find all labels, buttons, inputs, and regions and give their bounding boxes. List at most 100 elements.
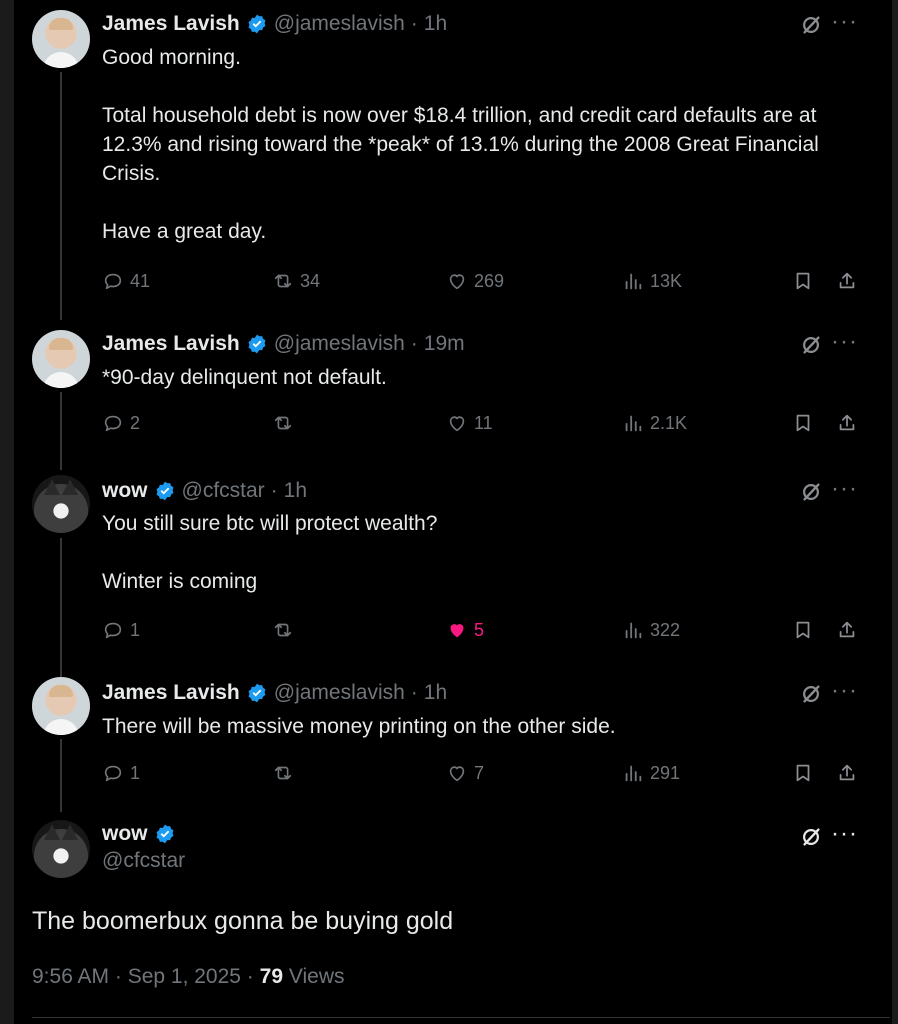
more-options-icon[interactable]: ··· xyxy=(831,328,858,356)
grok-icon[interactable] xyxy=(800,481,822,503)
repost-button[interactable] xyxy=(272,760,294,786)
author-handle[interactable]: @jameslavish xyxy=(274,681,405,705)
avatar[interactable] xyxy=(32,677,90,735)
reply-button[interactable]: 41 xyxy=(102,268,150,294)
repost-button[interactable]: 34 xyxy=(272,268,320,294)
share-button[interactable] xyxy=(836,268,858,294)
like-button[interactable]: 11 xyxy=(446,410,493,436)
reply-button[interactable]: 2 xyxy=(102,410,140,436)
reply-button[interactable]: 1 xyxy=(102,617,140,643)
right-frame xyxy=(892,0,898,1024)
share-button[interactable] xyxy=(836,410,858,436)
share-icon xyxy=(839,414,855,431)
grok-icon[interactable] xyxy=(800,334,822,356)
share-icon xyxy=(839,272,855,289)
grok-icon[interactable] xyxy=(800,826,822,848)
like-button[interactable]: 7 xyxy=(446,760,484,786)
views-button[interactable]: 322 xyxy=(622,617,680,643)
avatar[interactable] xyxy=(32,475,90,533)
like-count: 11 xyxy=(474,412,493,433)
avatar[interactable] xyxy=(32,330,90,388)
timestamp[interactable]: 19m xyxy=(424,332,465,356)
repost-icon xyxy=(274,623,292,637)
tweet-header: James Lavish @jameslavish · 1h xyxy=(102,681,447,705)
bookmark-button[interactable] xyxy=(792,410,814,436)
repost-button[interactable] xyxy=(272,410,294,436)
author-handle[interactable]: @jameslavish xyxy=(274,12,405,36)
timestamp[interactable]: 1h xyxy=(424,12,447,36)
thread-connector xyxy=(60,538,62,677)
view-count: 291 xyxy=(650,762,681,783)
tweet-text: You still sure btc will protect wealth? … xyxy=(102,512,438,593)
views-chart-icon xyxy=(625,273,642,290)
like-button[interactable]: 269 xyxy=(446,268,504,294)
bookmark-button[interactable] xyxy=(792,268,814,294)
timestamp[interactable]: 1h xyxy=(284,479,307,503)
more-options-icon[interactable]: ··· xyxy=(831,8,858,36)
tweet-text: There will be massive money printing on … xyxy=(102,715,616,738)
repost-icon xyxy=(274,766,292,780)
tweet-header: wow @cfcstar xyxy=(102,822,185,873)
verified-badge-icon xyxy=(156,481,173,501)
view-count: 322 xyxy=(650,619,681,640)
thread: James Lavish @jameslavish · 1h ··· Good … xyxy=(18,0,892,1024)
more-options-icon[interactable]: ··· xyxy=(831,677,858,705)
share-button[interactable] xyxy=(836,617,858,643)
reply-button[interactable]: 1 xyxy=(102,760,140,786)
reply-count: 1 xyxy=(130,762,141,783)
bookmark-button[interactable] xyxy=(792,760,814,786)
grok-icon[interactable] xyxy=(800,683,822,705)
tweet-text: Good morning. Total household debt is no… xyxy=(102,46,819,243)
more-options-icon[interactable]: ··· xyxy=(831,475,858,503)
author-handle[interactable]: @jameslavish xyxy=(274,332,405,356)
bookmark-icon xyxy=(796,272,810,290)
tweet[interactable]: James Lavish @jameslavish · 1h ··· Good … xyxy=(18,0,892,320)
tweet-actions: 1 7 291 xyxy=(102,760,872,786)
timestamp[interactable]: 1h xyxy=(424,681,447,705)
verified-badge-icon xyxy=(248,683,266,703)
author-name[interactable]: James Lavish xyxy=(102,681,240,705)
views-chart-icon xyxy=(625,765,642,782)
timestamp[interactable]: 9:56 AM · Sep 1, 2025 · xyxy=(32,965,254,988)
thread-connector xyxy=(60,72,62,320)
like-button[interactable]: 5 xyxy=(446,617,484,643)
repost-icon xyxy=(274,274,292,288)
more-options-icon[interactable]: ··· xyxy=(831,820,858,848)
reply-count: 2 xyxy=(130,412,141,433)
tweet-text: *90-day delinquent not default. xyxy=(102,366,387,389)
repost-count: 34 xyxy=(300,270,321,291)
repost-button[interactable] xyxy=(272,617,294,643)
share-icon xyxy=(839,764,855,781)
left-frame xyxy=(0,0,14,1024)
author-name[interactable]: James Lavish xyxy=(102,12,240,36)
reply-icon xyxy=(104,765,122,782)
heart-filled-icon xyxy=(450,624,464,638)
author-name[interactable]: wow xyxy=(102,822,148,846)
author-name[interactable]: wow xyxy=(102,479,148,503)
share-icon xyxy=(839,621,855,638)
focused-tweet[interactable]: wow @cfcstar ··· The boomerbux gonna be … xyxy=(18,812,892,1024)
tweet[interactable]: James Lavish @jameslavish · 1h ··· There… xyxy=(18,677,892,812)
avatar[interactable] xyxy=(32,10,90,68)
thread-connector xyxy=(60,392,62,470)
heart-icon xyxy=(449,416,465,432)
author-handle[interactable]: @cfcstar xyxy=(102,849,185,873)
grok-icon[interactable] xyxy=(800,14,822,36)
verified-badge-icon xyxy=(248,14,266,34)
views-button[interactable]: 2.1K xyxy=(622,410,687,436)
tweet-header: James Lavish @jameslavish · 1h xyxy=(102,12,447,36)
author-handle[interactable]: @cfcstar xyxy=(182,479,265,503)
tweet-actions: 2 11 2.1K xyxy=(102,410,872,436)
views-button[interactable]: 13K xyxy=(622,268,682,294)
views-button[interactable]: 291 xyxy=(622,760,680,786)
thread-connector xyxy=(60,739,62,812)
avatar[interactable] xyxy=(32,820,90,878)
separator-dot: · xyxy=(410,332,418,355)
heart-icon xyxy=(449,274,465,290)
tweet[interactable]: wow @cfcstar · 1h ··· You still sure btc… xyxy=(18,470,892,677)
author-name[interactable]: James Lavish xyxy=(102,332,240,356)
share-button[interactable] xyxy=(836,760,858,786)
view-count: 79 xyxy=(259,965,284,988)
bookmark-button[interactable] xyxy=(792,617,814,643)
tweet[interactable]: James Lavish @jameslavish · 19m ··· *90-… xyxy=(18,320,892,470)
